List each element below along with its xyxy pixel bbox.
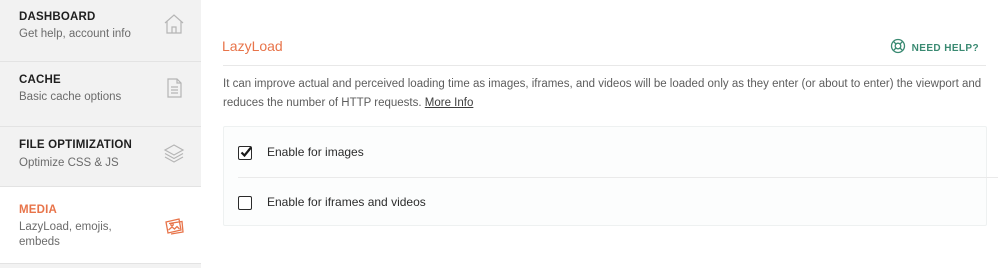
- document-icon: [162, 76, 186, 100]
- images-checkbox[interactable]: [238, 146, 252, 160]
- house-icon: [162, 12, 186, 36]
- need-help-label: NEED HELP?: [911, 43, 979, 54]
- sidebar-item-title: MEDIA: [19, 204, 58, 216]
- images-icon: [162, 214, 186, 238]
- sidebar: DASHBOARD Get help, account info CACHE B…: [0, 0, 201, 268]
- sidebar-item-subtitle: LazyLoad, emojis,: [19, 221, 112, 233]
- sidebar-item-subtitle: Basic cache options: [19, 91, 122, 103]
- main-panel: LazyLoad NEED HELP? It can improve actua…: [201, 0, 998, 268]
- sidebar-item-file-optimization[interactable]: FILE OPTIMIZATION Optimize CSS & JS: [0, 127, 201, 187]
- iframes-videos-checkbox[interactable]: [238, 196, 252, 210]
- section-description: It can improve actual and perceived load…: [223, 75, 993, 113]
- sidebar-item-subtitle: embeds: [19, 236, 60, 248]
- sidebar-item-title: DASHBOARD: [19, 11, 96, 23]
- sidebar-item-subtitle: Get help, account info: [19, 28, 131, 40]
- lifebuoy-icon: [890, 38, 906, 59]
- sidebar-item-title: FILE OPTIMIZATION: [19, 139, 133, 151]
- sidebar-item-cache[interactable]: CACHE Basic cache options: [0, 62, 201, 127]
- layers-icon: [162, 141, 186, 165]
- option-label[interactable]: Enable for iframes and videos: [267, 195, 426, 209]
- sidebar-item-subtitle: Optimize CSS & JS: [19, 157, 119, 169]
- need-help-button[interactable]: NEED HELP?: [890, 38, 979, 59]
- option-enable-iframes-videos[interactable]: Enable for iframes and videos: [224, 177, 988, 227]
- description-text: It can improve actual and perceived load…: [223, 78, 982, 109]
- sidebar-item-media[interactable]: MEDIA LazyLoad, emojis, embeds: [0, 187, 201, 264]
- settings-page: DASHBOARD Get help, account info CACHE B…: [0, 0, 998, 268]
- more-info-link[interactable]: More Info: [425, 97, 474, 109]
- options-box: Enable for images Enable for iframes and…: [223, 126, 998, 227]
- sidebar-item-title: CACHE: [19, 74, 61, 86]
- option-enable-images[interactable]: Enable for images: [224, 127, 988, 177]
- option-label[interactable]: Enable for images: [267, 145, 364, 159]
- sidebar-item-dashboard[interactable]: DASHBOARD Get help, account info: [0, 0, 201, 62]
- section-divider: [223, 65, 986, 66]
- section-title: LazyLoad: [222, 38, 283, 54]
